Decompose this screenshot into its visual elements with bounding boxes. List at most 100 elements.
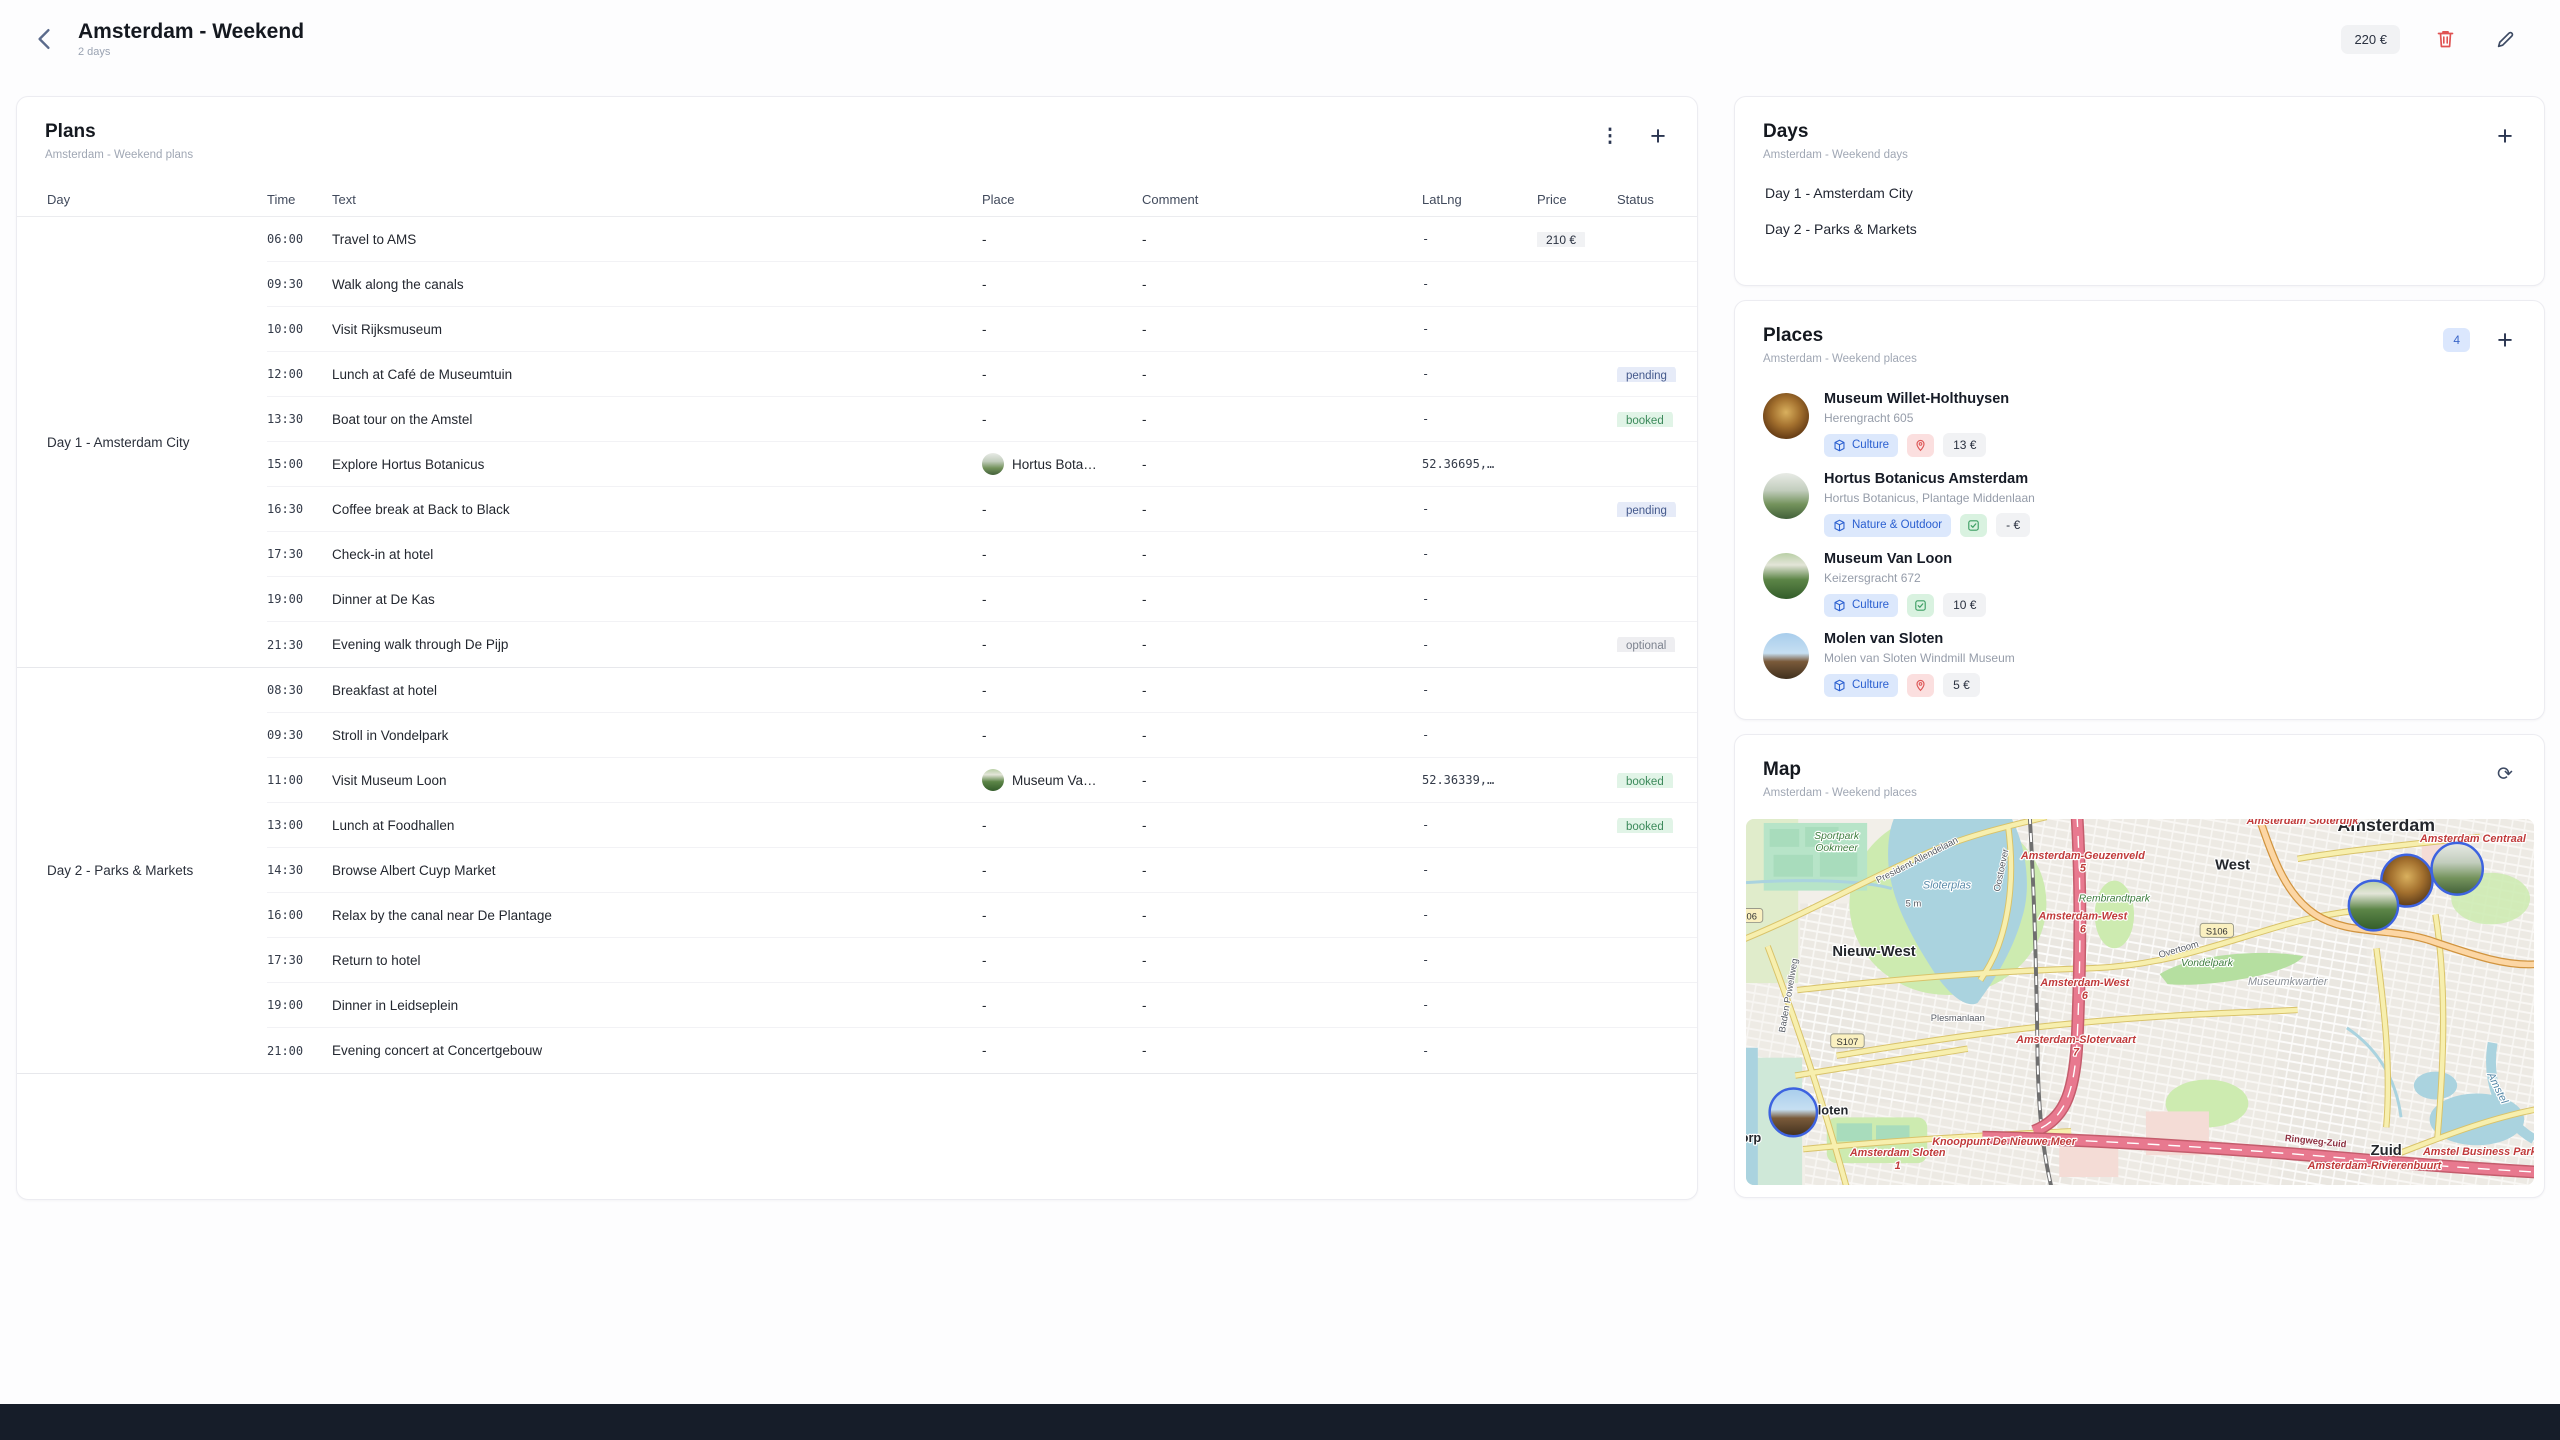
plan-row[interactable]: 19:00Dinner in Leidseplein---	[267, 983, 1697, 1028]
plan-place: -	[982, 322, 1142, 337]
status-badge: pending	[1617, 367, 1676, 382]
plan-row[interactable]: 13:30Boat tour on the Amstel---booked	[267, 397, 1697, 442]
plan-row[interactable]: 14:30Browse Albert Cuyp Market---	[267, 848, 1697, 893]
plan-latlng: -	[1422, 367, 1537, 381]
plan-text: Browse Albert Cuyp Market	[332, 863, 982, 878]
plan-place: Museum Va…	[982, 769, 1142, 791]
page-title: Amsterdam - Weekend	[78, 20, 304, 43]
category-label: Nature & Outdoor	[1852, 519, 1942, 531]
plan-time: 19:00	[267, 592, 332, 606]
plan-row[interactable]: 09:30Walk along the canals---	[267, 262, 1697, 307]
plan-row[interactable]: 11:00Visit Museum LoonMuseum Va…-52.3633…	[267, 758, 1697, 803]
day-group: Day 1 - Amsterdam City06:00Travel to AMS…	[17, 217, 1697, 668]
plan-row[interactable]: 15:00Explore Hortus BotanicusHortus Bota…	[267, 442, 1697, 487]
place-list-item[interactable]: Molen van SlotenMolen van Sloten Windmil…	[1735, 621, 2544, 701]
map-refresh-button[interactable]: ⟳	[2492, 761, 2518, 787]
status-badge: pending	[1617, 502, 1676, 517]
map-label: 5 m	[1906, 897, 1922, 908]
plan-row[interactable]: 19:00Dinner at De Kas---	[267, 577, 1697, 622]
plan-place: -	[982, 232, 1142, 247]
plan-row[interactable]: 08:30Breakfast at hotel---	[267, 668, 1697, 713]
place-list-item[interactable]: Museum Van LoonKeizersgracht 672Culture1…	[1735, 541, 2544, 621]
map-label: Amsterdam-Geuzenveld	[2020, 850, 2145, 862]
plan-latlng: -	[1422, 592, 1537, 606]
plan-row[interactable]: 09:30Stroll in Vondelpark---	[267, 713, 1697, 758]
map-place-marker[interactable]	[1770, 1089, 1817, 1137]
plan-status: booked	[1617, 412, 1697, 427]
plan-time: 17:30	[267, 547, 332, 561]
plan-row[interactable]: 17:30Check-in at hotel---	[267, 532, 1697, 577]
add-day-button[interactable]: +	[2492, 123, 2518, 149]
edit-trip-button[interactable]	[2490, 24, 2520, 54]
place-avatar	[1763, 633, 1809, 679]
plan-row[interactable]: 10:00Visit Rijksmuseum---	[267, 307, 1697, 352]
map[interactable]: SportparkOokmeerPresident AllendelaanSlo…	[1746, 819, 2534, 1185]
plan-text: Breakfast at hotel	[332, 683, 982, 698]
plan-text: Visit Museum Loon	[332, 773, 982, 788]
day-list-item[interactable]: Day 2 - Parks & Markets	[1735, 211, 2544, 247]
category-label: Culture	[1852, 679, 1889, 691]
back-button[interactable]	[26, 21, 62, 57]
plan-row[interactable]: 16:00Relax by the canal near De Plantage…	[267, 893, 1697, 938]
plan-latlng: -	[1422, 728, 1537, 742]
plans-header: Plans Amsterdam - Weekend plans ⋮ +	[17, 97, 1697, 169]
plan-latlng: -	[1422, 863, 1537, 877]
plan-row[interactable]: 17:30Return to hotel---	[267, 938, 1697, 983]
plan-comment: -	[1142, 953, 1422, 968]
map-place-marker[interactable]	[2432, 843, 2483, 895]
plan-row[interactable]: 13:00Lunch at Foodhallen---booked	[267, 803, 1697, 848]
plan-price: 210 €	[1537, 232, 1617, 247]
place-thumbnail	[982, 769, 1004, 791]
add-plan-button[interactable]: +	[1645, 123, 1671, 149]
map-canvas: SportparkOokmeerPresident AllendelaanSlo…	[1746, 819, 2534, 1185]
days-title: Days	[1763, 121, 1908, 143]
plans-panel: Plans Amsterdam - Weekend plans ⋮ + DayT…	[16, 96, 1698, 1200]
check-icon	[1960, 514, 1987, 537]
plan-text: Explore Hortus Botanicus	[332, 457, 982, 472]
plan-text: Evening walk through De Pijp	[332, 637, 982, 652]
map-label: Amsterdam-West	[2037, 910, 2127, 922]
plan-comment: -	[1142, 322, 1422, 337]
plan-row[interactable]: 06:00Travel to AMS---210 €	[267, 217, 1697, 262]
plan-time: 19:00	[267, 998, 332, 1012]
plan-row[interactable]: 21:30Evening walk through De Pijp---opti…	[267, 622, 1697, 667]
plan-time: 06:00	[267, 232, 332, 246]
check-icon	[1907, 594, 1934, 617]
plan-place: -	[982, 637, 1142, 652]
map-header: Map Amsterdam - Weekend places ⟳	[1735, 735, 2544, 807]
map-label: Ookmeer	[1815, 843, 1858, 854]
plan-row[interactable]: 21:00Evening concert at Concertgebouw---	[267, 1028, 1697, 1073]
plan-latlng: -	[1422, 638, 1537, 652]
days-panel: Days Amsterdam - Weekend days + Day 1 - …	[1734, 96, 2545, 286]
plan-place: -	[982, 502, 1142, 517]
plan-latlng: 52.36339,…	[1422, 773, 1537, 787]
column-header: Time	[267, 192, 332, 207]
map-place-marker[interactable]	[2349, 881, 2398, 931]
plan-text: Relax by the canal near De Plantage	[332, 908, 982, 923]
delete-trip-button[interactable]	[2430, 24, 2460, 54]
plan-row[interactable]: 12:00Lunch at Café de Museumtuin---pendi…	[267, 352, 1697, 397]
plan-latlng: -	[1422, 322, 1537, 336]
plan-text: Lunch at Foodhallen	[332, 818, 982, 833]
plans-title: Plans	[45, 121, 193, 143]
place-info: Molen van SlotenMolen van Sloten Windmil…	[1824, 631, 2015, 697]
plan-time: 17:30	[267, 953, 332, 967]
plan-latlng: -	[1422, 998, 1537, 1012]
map-label: Museumkwartier	[2248, 976, 2328, 988]
place-list-item[interactable]: Museum Willet-HolthuysenHerengracht 605C…	[1735, 381, 2544, 461]
title-block: Amsterdam - Weekend 2 days	[78, 20, 304, 58]
plan-time: 12:00	[267, 367, 332, 381]
plan-latlng: -	[1422, 908, 1537, 922]
plans-table: DayTimeTextPlaceCommentLatLngPriceStatus…	[17, 183, 1697, 1074]
add-place-button[interactable]: +	[2492, 327, 2518, 353]
header-actions: 220 €	[2341, 24, 2534, 54]
status-badge: booked	[1617, 412, 1673, 427]
place-name: Museum Willet-Holthuysen	[1824, 391, 2009, 407]
plans-subtitle: Amsterdam - Weekend plans	[45, 149, 193, 161]
plan-row[interactable]: 16:30Coffee break at Back to Black---pen…	[267, 487, 1697, 532]
day-list-item[interactable]: Day 1 - Amsterdam City	[1735, 175, 2544, 211]
plans-menu-button[interactable]: ⋮	[1597, 123, 1623, 149]
map-label: Badhoevedorp	[1746, 1130, 1761, 1145]
plan-time: 21:00	[267, 1044, 332, 1058]
place-list-item[interactable]: Hortus Botanicus AmsterdamHortus Botanic…	[1735, 461, 2544, 541]
